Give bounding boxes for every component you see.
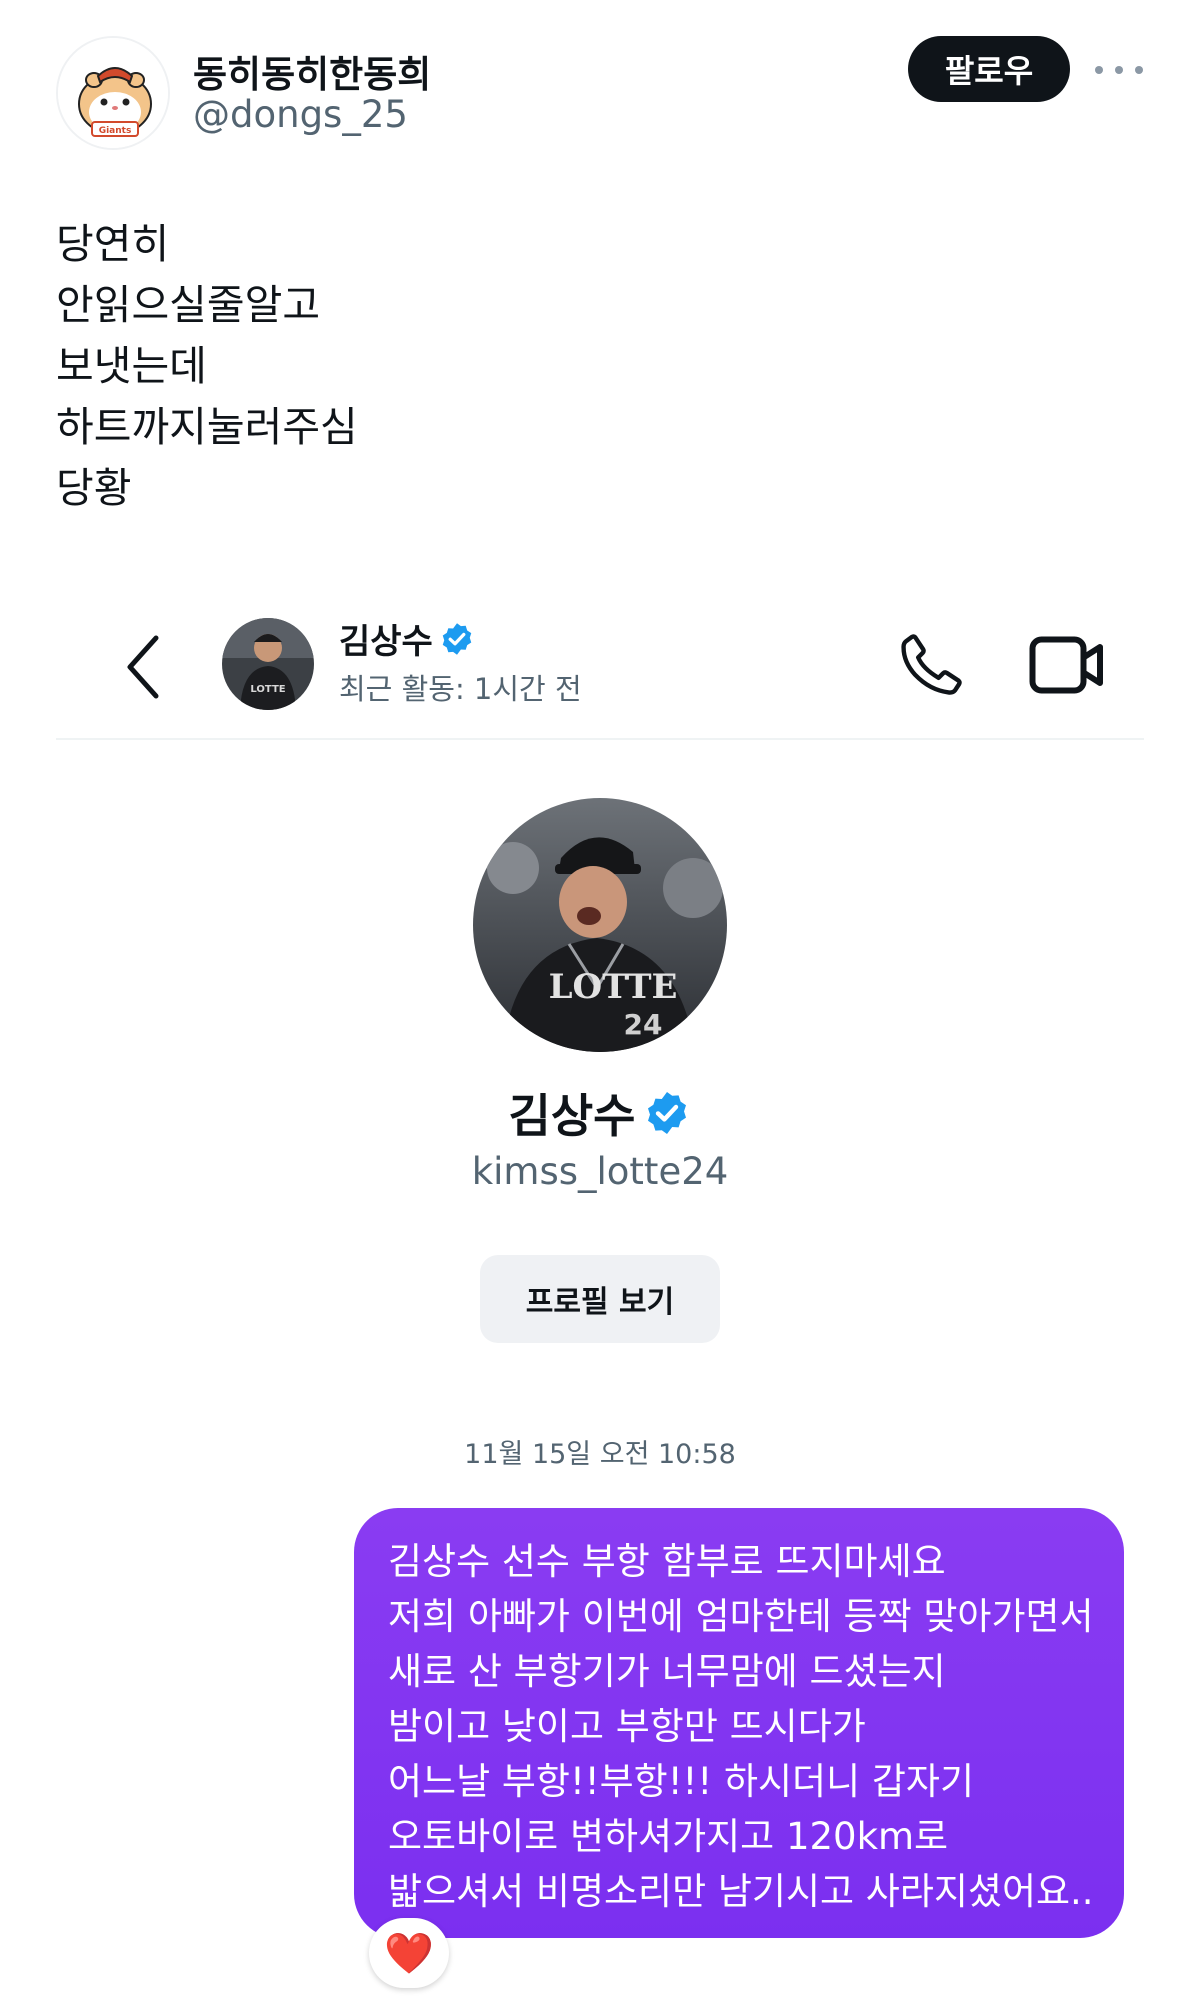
heart-reaction-glyph: ❤️ <box>384 1930 434 1977</box>
author-avatar[interactable]: Giants <box>56 36 170 150</box>
message-line: 오토바이로 변하셔가지고 120km로 <box>388 1815 949 1858</box>
more-icon[interactable] <box>1095 52 1143 88</box>
hamster-avatar-image: Giants <box>58 38 168 148</box>
author-handle[interactable]: @dongs_25 <box>193 93 408 136</box>
tweet-text-line: 당연히 <box>56 220 170 268</box>
sent-message-bubble[interactable]: 김상수 선수 부항 함부로 뜨지마세요 저희 아빠가 이번에 엄마한테 등짝 맞… <box>354 1508 1124 1938</box>
player-photo: LOTTE 24 <box>473 798 727 1052</box>
dm-header: LOTTE 김상수 최근 활동: 1시간 전 <box>56 602 1144 740</box>
message-line: 어느날 부항!!부항!!! 하시더니 갑자기 <box>388 1760 975 1803</box>
message-line: 김상수 선수 부항 함부로 뜨지마세요 <box>388 1540 946 1583</box>
heart-reaction-icon[interactable]: ❤️ <box>369 1918 449 1988</box>
profile-name: 김상수 <box>0 1080 1200 1146</box>
verified-badge-icon <box>648 1092 687 1134</box>
message-line: 밟으셔서 비명소리만 남기시고 사라지셨어요.. <box>388 1870 1094 1913</box>
player-photo-small: LOTTE <box>222 618 314 710</box>
profile-avatar[interactable]: LOTTE 24 <box>473 798 727 1052</box>
view-profile-button[interactable]: 프로필 보기 <box>480 1255 720 1343</box>
contact-name[interactable]: 김상수 <box>339 614 475 663</box>
message-line: 밤이고 낮이고 부항만 뜨시다가 <box>388 1705 866 1748</box>
back-icon[interactable] <box>122 632 162 702</box>
message-timestamp: 11월 15일 오전 10:58 <box>464 1439 736 1470</box>
tweet-text-line: 보냇는데 <box>56 342 207 390</box>
verified-badge-icon <box>442 622 472 655</box>
more-dot <box>1135 66 1143 74</box>
follow-button[interactable]: 팔로우 <box>908 36 1070 102</box>
tweet-header: Giants 동히동히한동희 @dongs_25 팔로우 <box>0 0 1200 150</box>
more-dot <box>1115 66 1123 74</box>
contact-name-label: 김상수 <box>339 622 433 662</box>
contact-avatar[interactable]: LOTTE <box>222 618 314 710</box>
tweet-text-line: 안읽으실줄알고 <box>56 281 321 329</box>
profile-name-label: 김상수 <box>508 1089 636 1143</box>
message-line: 저희 아빠가 이번에 엄마한테 등짝 맞아가면서 <box>388 1595 1094 1638</box>
more-dot <box>1095 66 1103 74</box>
jersey-team-text: LOTTE <box>549 967 678 1007</box>
author-name[interactable]: 동히동히한동희 <box>193 44 431 98</box>
tweet-text-line: 당황 <box>56 464 132 512</box>
message-line: 새로 산 부항기가 너무맘에 드셨는지 <box>388 1650 946 1693</box>
video-call-icon[interactable] <box>1028 632 1106 698</box>
avatar-badge-text: Giants <box>99 126 132 136</box>
tweet-text: 당연히 안읽으실줄알고 보냇는데 하트까지눌러주심 당황 <box>56 214 358 519</box>
tweet-text-line: 하트까지눌러주심 <box>56 403 358 451</box>
phone-icon[interactable] <box>896 630 966 700</box>
profile-handle: kimss_lotte24 <box>471 1150 729 1193</box>
contact-activity-status: 최근 활동: 1시간 전 <box>339 672 582 706</box>
small-jersey-text: LOTTE <box>250 684 285 695</box>
jersey-number-text: 24 <box>624 1008 663 1041</box>
